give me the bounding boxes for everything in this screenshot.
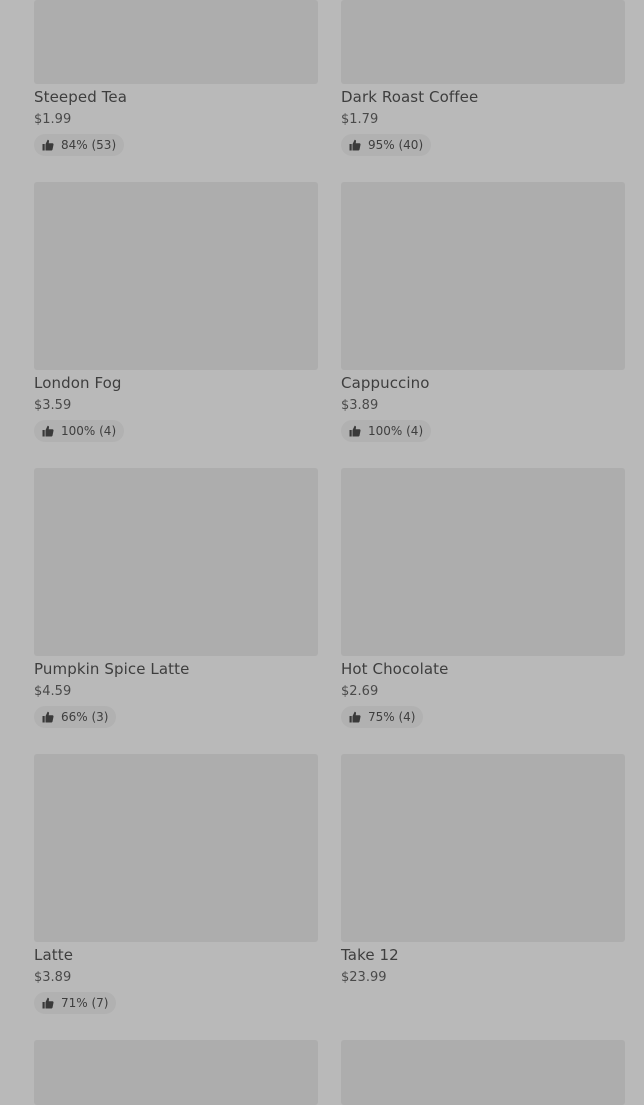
- thumbs-up-icon: [349, 139, 361, 151]
- product-image[interactable]: [341, 1040, 625, 1105]
- product-name[interactable]: Take 12: [341, 946, 399, 964]
- product-price: $3.89: [34, 970, 72, 985]
- product-price: $1.79: [341, 112, 379, 127]
- thumbs-up-icon: [42, 997, 54, 1009]
- product-name[interactable]: Dark Roast Coffee: [341, 88, 478, 106]
- thumbs-up-icon: [42, 425, 54, 437]
- product-price: $4.59: [34, 684, 72, 699]
- product-image[interactable]: [341, 468, 625, 656]
- product-grid: Steeped Tea $1.99 84% (53) Dark Roast Co…: [0, 0, 644, 1105]
- rating-text: 75% (4): [368, 710, 416, 724]
- product-image[interactable]: [341, 182, 625, 370]
- rating-badge: 66% (3): [34, 706, 117, 728]
- product-price: $3.59: [34, 398, 72, 413]
- product-name[interactable]: Cappuccino: [341, 374, 430, 392]
- rating-badge: 71% (7): [34, 992, 117, 1014]
- product-image[interactable]: [34, 182, 318, 370]
- thumbs-up-icon: [42, 139, 54, 151]
- product-name[interactable]: London Fog: [34, 374, 122, 392]
- product-name[interactable]: Pumpkin Spice Latte: [34, 660, 189, 678]
- product-image[interactable]: [34, 1040, 318, 1105]
- rating-text: 84% (53): [61, 138, 117, 152]
- product-image[interactable]: [341, 754, 625, 942]
- rating-badge: 100% (4): [34, 420, 125, 442]
- product-price: $3.89: [341, 398, 379, 413]
- rating-text: 66% (3): [61, 710, 109, 724]
- product-image[interactable]: [34, 754, 318, 942]
- product-name[interactable]: Latte: [34, 946, 73, 964]
- product-price: $2.69: [341, 684, 379, 699]
- rating-badge: 75% (4): [341, 706, 424, 728]
- thumbs-up-icon: [42, 711, 54, 723]
- rating-text: 95% (40): [368, 138, 424, 152]
- product-image[interactable]: [34, 0, 318, 84]
- product-price: $23.99: [341, 970, 387, 985]
- rating-text: 71% (7): [61, 996, 109, 1010]
- rating-text: 100% (4): [368, 424, 424, 438]
- rating-badge: 95% (40): [341, 134, 432, 156]
- thumbs-up-icon: [349, 711, 361, 723]
- rating-badge: 84% (53): [34, 134, 125, 156]
- product-name[interactable]: Steeped Tea: [34, 88, 127, 106]
- product-name[interactable]: Hot Chocolate: [341, 660, 448, 678]
- product-image[interactable]: [341, 0, 625, 84]
- product-image[interactable]: [34, 468, 318, 656]
- rating-text: 100% (4): [61, 424, 117, 438]
- rating-badge: 100% (4): [341, 420, 432, 442]
- thumbs-up-icon: [349, 425, 361, 437]
- product-price: $1.99: [34, 112, 72, 127]
